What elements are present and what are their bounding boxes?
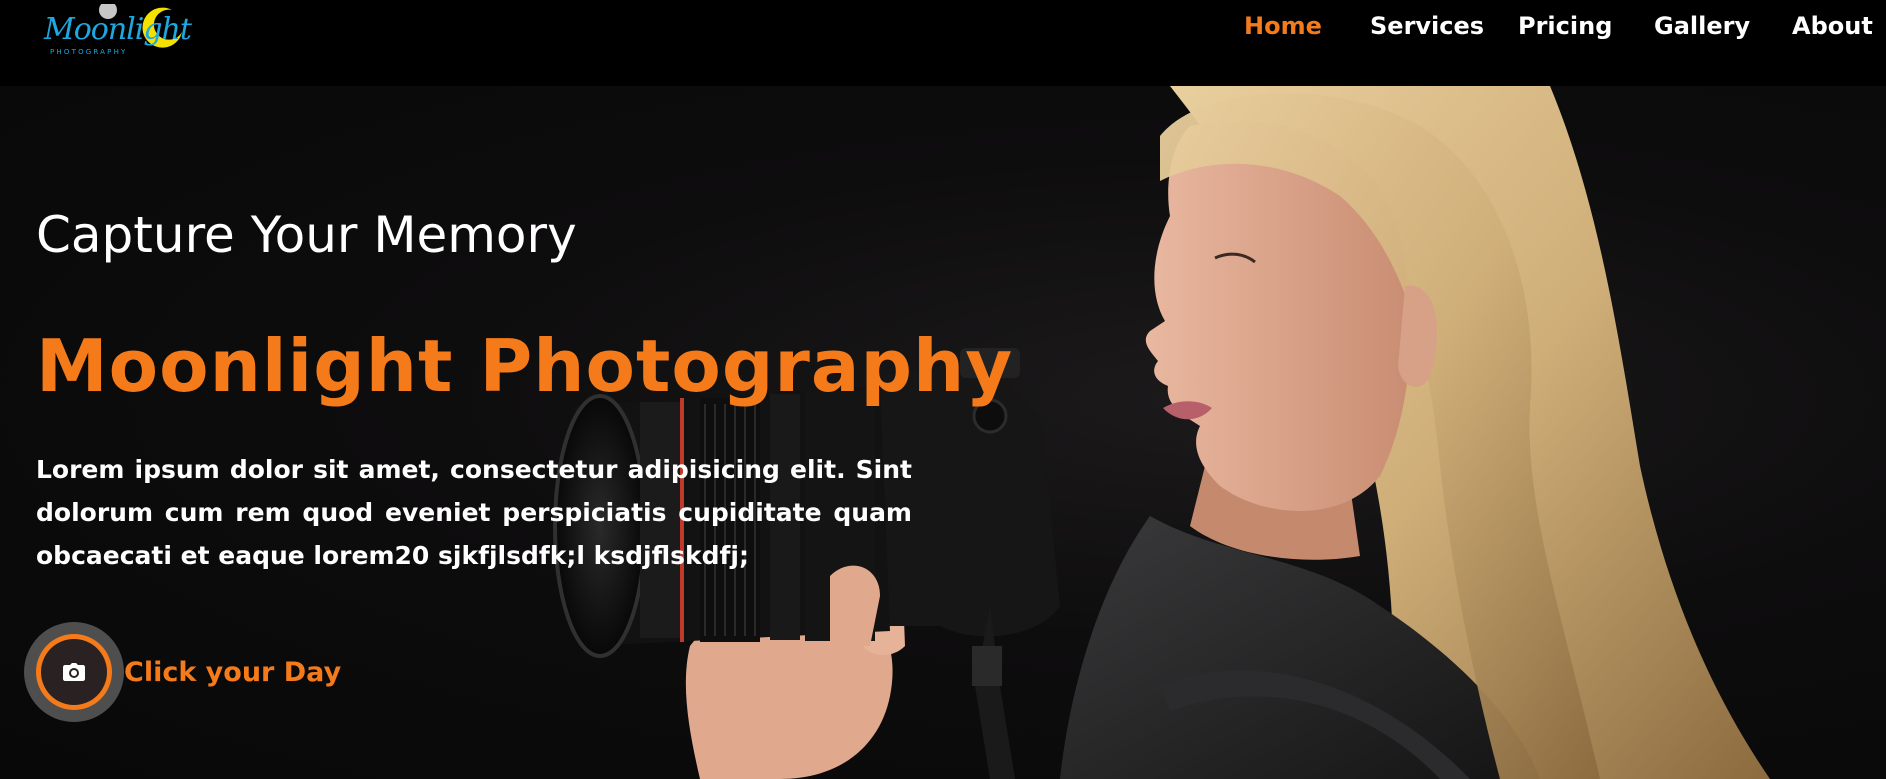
- cta-core: [41, 639, 107, 705]
- camera-cta-button[interactable]: [24, 622, 124, 722]
- navbar: Moonlight PHOTOGRAPHY Home Services Pric…: [0, 0, 1886, 86]
- cta-group: Click your Day: [24, 622, 341, 722]
- nav-services[interactable]: Services: [1370, 12, 1484, 40]
- nav-gallery[interactable]: Gallery: [1654, 12, 1750, 40]
- cta-ring: [36, 634, 112, 710]
- nav-pricing[interactable]: Pricing: [1518, 12, 1612, 40]
- camera-icon: [63, 663, 85, 681]
- logo-tagline: PHOTOGRAPHY: [50, 48, 128, 56]
- logo-wordmark: Moonlight: [44, 12, 192, 47]
- hero-section: Capture Your Memory Moonlight Photograph…: [0, 86, 1886, 779]
- brand-logo[interactable]: Moonlight PHOTOGRAPHY: [40, 4, 192, 62]
- hero-description: Lorem ipsum dolor sit amet, consectetur …: [36, 455, 912, 570]
- cta-label[interactable]: Click your Day: [124, 657, 341, 688]
- hero-subtitle: Capture Your Memory: [36, 206, 577, 264]
- nav-home[interactable]: Home: [1244, 12, 1322, 40]
- page: Moonlight PHOTOGRAPHY Home Services Pric…: [0, 0, 1886, 779]
- hero-title: Moonlight Photography: [36, 324, 1014, 408]
- nav-about[interactable]: About: [1792, 12, 1873, 40]
